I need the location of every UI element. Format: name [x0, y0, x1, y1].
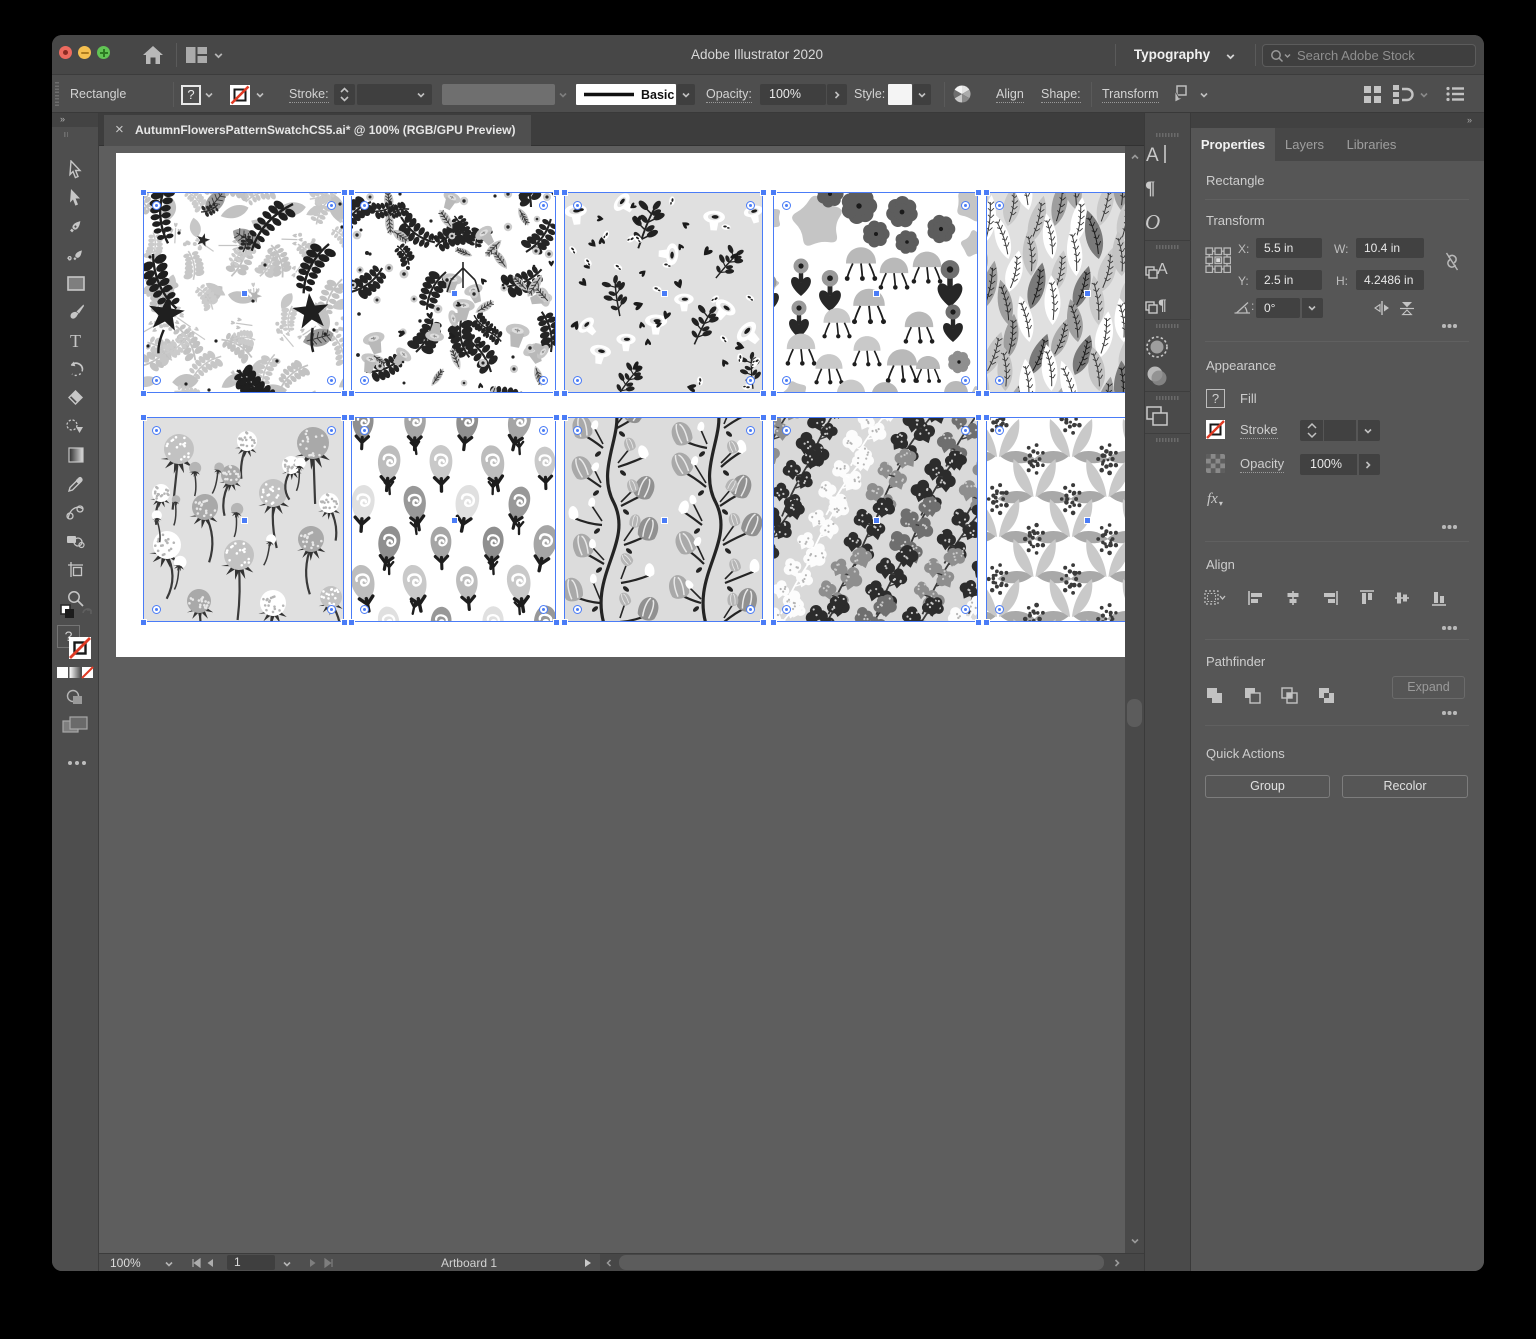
svg-text:¶: ¶	[1158, 297, 1167, 314]
svg-text:Basic: Basic	[641, 88, 674, 102]
svg-text:T: T	[70, 332, 81, 350]
svg-text:A: A	[1146, 145, 1159, 165]
svg-text:¶: ¶	[1145, 178, 1155, 197]
svg-text:A: A	[1157, 261, 1168, 278]
svg-text:O: O	[1145, 211, 1160, 233]
